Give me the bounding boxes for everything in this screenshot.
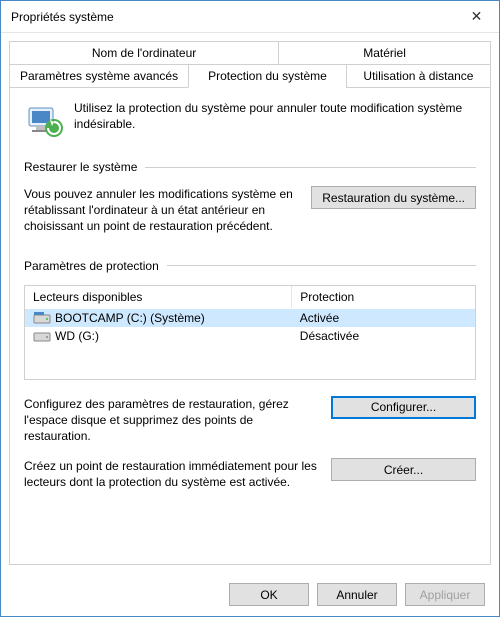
tab-advanced[interactable]: Paramètres système avancés <box>9 64 188 87</box>
system-protection-icon <box>24 100 64 140</box>
intro-text: Utilisez la protection du système pour a… <box>74 100 476 140</box>
close-icon: ✕ <box>471 8 483 25</box>
drive-row[interactable]: WD (G:) Désactivée <box>25 327 475 345</box>
col-header-protection[interactable]: Protection <box>292 286 475 308</box>
create-description: Créez un point de restauration immédiate… <box>24 458 319 490</box>
configure-button[interactable]: Configurer... <box>331 396 476 419</box>
ok-button[interactable]: OK <box>229 583 309 606</box>
tab-remote[interactable]: Utilisation à distance <box>346 64 491 87</box>
drive-name: BOOTCAMP (C:) (Système) <box>55 311 205 325</box>
drive-name: WD (G:) <box>55 329 99 343</box>
drive-icon <box>33 311 51 325</box>
window-title: Propriétés système <box>11 10 454 24</box>
configure-description: Configurez des paramètres de restauratio… <box>24 396 319 445</box>
col-header-drives[interactable]: Lecteurs disponibles <box>25 286 292 308</box>
protection-title: Paramètres de protection <box>24 259 159 273</box>
divider <box>167 265 476 266</box>
drives-list: Lecteurs disponibles Protection BOOTCAMP… <box>24 285 476 380</box>
cancel-button[interactable]: Annuler <box>317 583 397 606</box>
restore-title: Restaurer le système <box>24 160 137 174</box>
system-properties-window: Propriétés système ✕ Nom de l'ordinateur… <box>0 0 500 617</box>
tab-system-protection[interactable]: Protection du système <box>188 64 346 88</box>
drive-protection: Activée <box>292 309 475 327</box>
titlebar: Propriétés système ✕ <box>1 1 499 33</box>
protection-section: Paramètres de protection Lecteurs dispon… <box>24 259 476 542</box>
restore-section: Restaurer le système Vous pouvez annuler… <box>24 160 476 249</box>
content-area: Nom de l'ordinateur Matériel Paramètres … <box>1 33 499 573</box>
drives-header: Lecteurs disponibles Protection <box>25 286 475 309</box>
divider <box>145 167 476 168</box>
system-restore-button[interactable]: Restauration du système... <box>311 186 476 209</box>
drive-protection: Désactivée <box>292 327 475 345</box>
drive-row[interactable]: BOOTCAMP (C:) (Système) Activée <box>25 309 475 327</box>
intro-block: Utilisez la protection du système pour a… <box>24 100 476 140</box>
dialog-buttons: OK Annuler Appliquer <box>1 573 499 616</box>
tab-strip: Nom de l'ordinateur Matériel Paramètres … <box>9 41 491 87</box>
drives-body: BOOTCAMP (C:) (Système) Activée WD (G:) … <box>25 309 475 379</box>
tab-computer-name[interactable]: Nom de l'ordinateur <box>9 41 278 64</box>
apply-button[interactable]: Appliquer <box>405 583 485 606</box>
restore-description: Vous pouvez annuler les modifications sy… <box>24 186 299 235</box>
drive-icon <box>33 329 51 343</box>
create-button[interactable]: Créer... <box>331 458 476 481</box>
tab-panel: Utilisez la protection du système pour a… <box>9 87 491 565</box>
tab-hardware[interactable]: Matériel <box>278 41 491 64</box>
close-button[interactable]: ✕ <box>454 1 499 33</box>
